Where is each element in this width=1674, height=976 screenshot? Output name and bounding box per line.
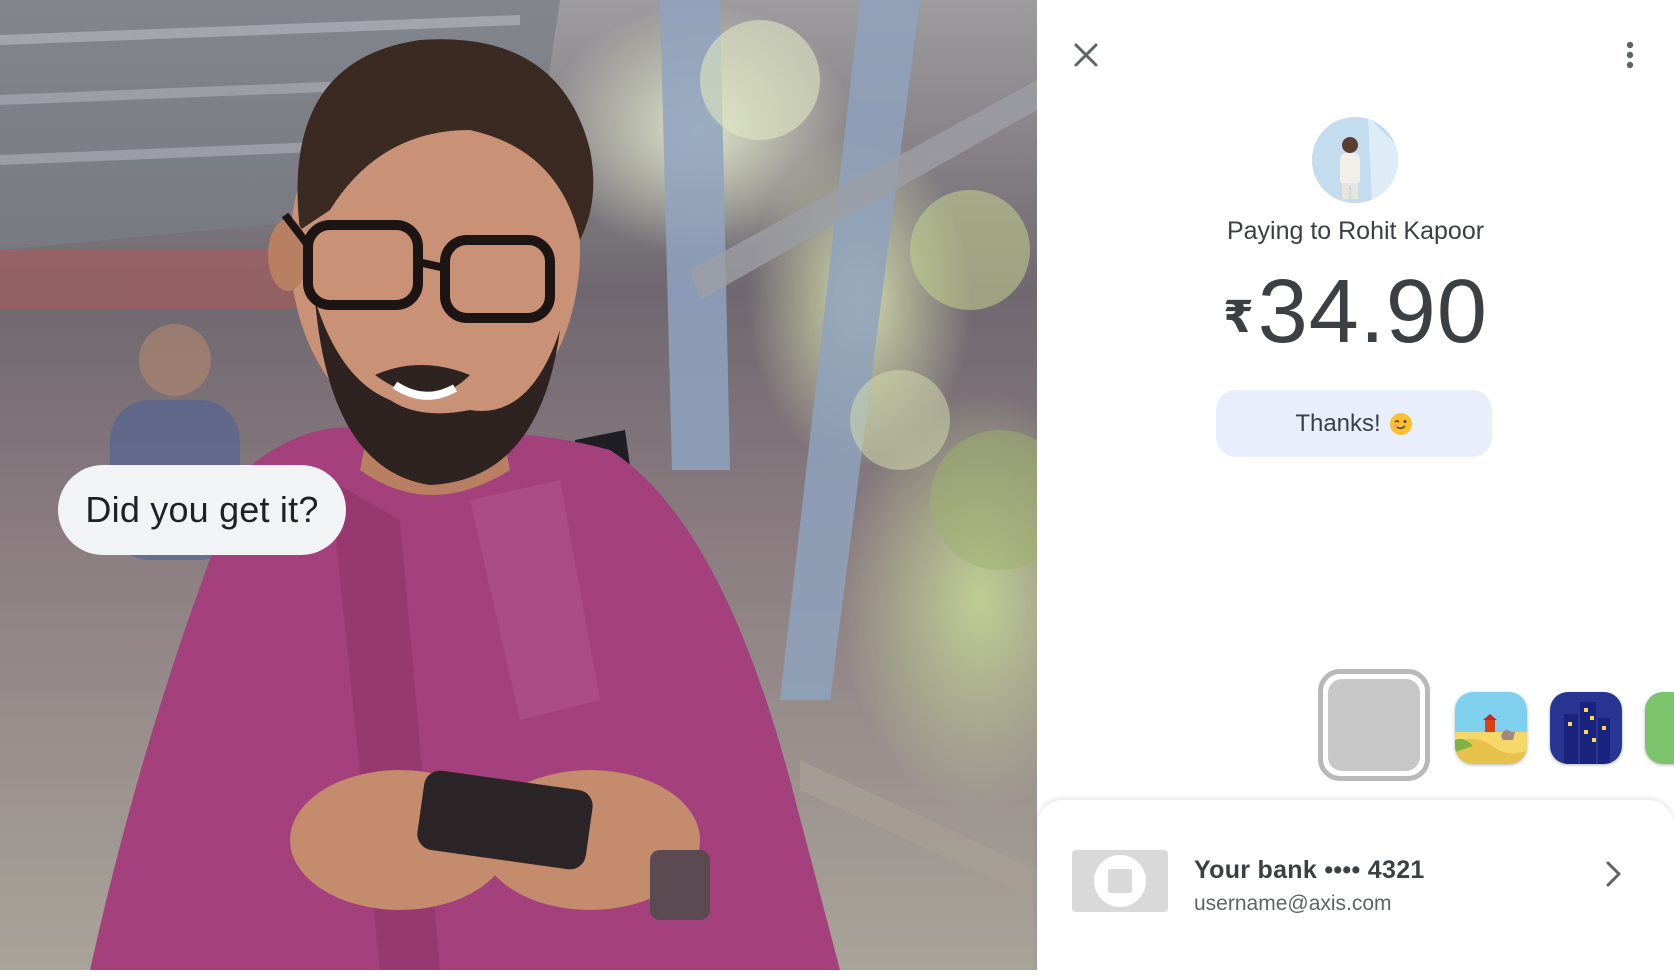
close-icon [1074, 43, 1098, 67]
payment-note-text: Thanks! [1295, 409, 1381, 437]
payee-avatar [1312, 117, 1398, 203]
payment-panel: Paying to Rohit Kapoor ₹ 34.90 Thanks! Y… [1037, 0, 1674, 976]
theme-desert[interactable] [1455, 692, 1527, 764]
chevron-right-icon [1606, 861, 1621, 887]
speech-bubble: Did you get it? [58, 465, 346, 555]
amount-value: 34.90 [1257, 262, 1488, 362]
avatar-image [1312, 117, 1398, 203]
winking-face-emoji-icon [1389, 412, 1412, 435]
theme-other[interactable] [1645, 692, 1674, 764]
theme-plain-selected[interactable] [1318, 669, 1430, 781]
hero-photo: Did you get it? [0, 0, 1037, 970]
more-options-button[interactable] [1607, 32, 1653, 78]
theme-city[interactable] [1550, 692, 1622, 764]
bank-icon [1072, 850, 1168, 912]
payment-note[interactable]: Thanks! [1216, 390, 1492, 457]
currency-symbol: ₹ [1223, 293, 1254, 342]
desert-theme-icon [1455, 692, 1527, 764]
theme-selector [1037, 665, 1674, 785]
bank-account-selector[interactable]: Your bank •••• 4321 username@axis.com [1037, 800, 1674, 976]
close-button[interactable] [1063, 32, 1109, 78]
speech-bubble-text: Did you get it? [85, 489, 319, 530]
city-theme-icon [1550, 692, 1622, 764]
payee-label: Paying to Rohit Kapoor [1226, 217, 1485, 245]
bank-upi-id: username@axis.com [1194, 892, 1392, 915]
more-vert-icon [1626, 41, 1634, 69]
amount-display: ₹ 34.90 [1037, 262, 1674, 362]
bank-account-title: Your bank •••• 4321 [1194, 856, 1425, 884]
